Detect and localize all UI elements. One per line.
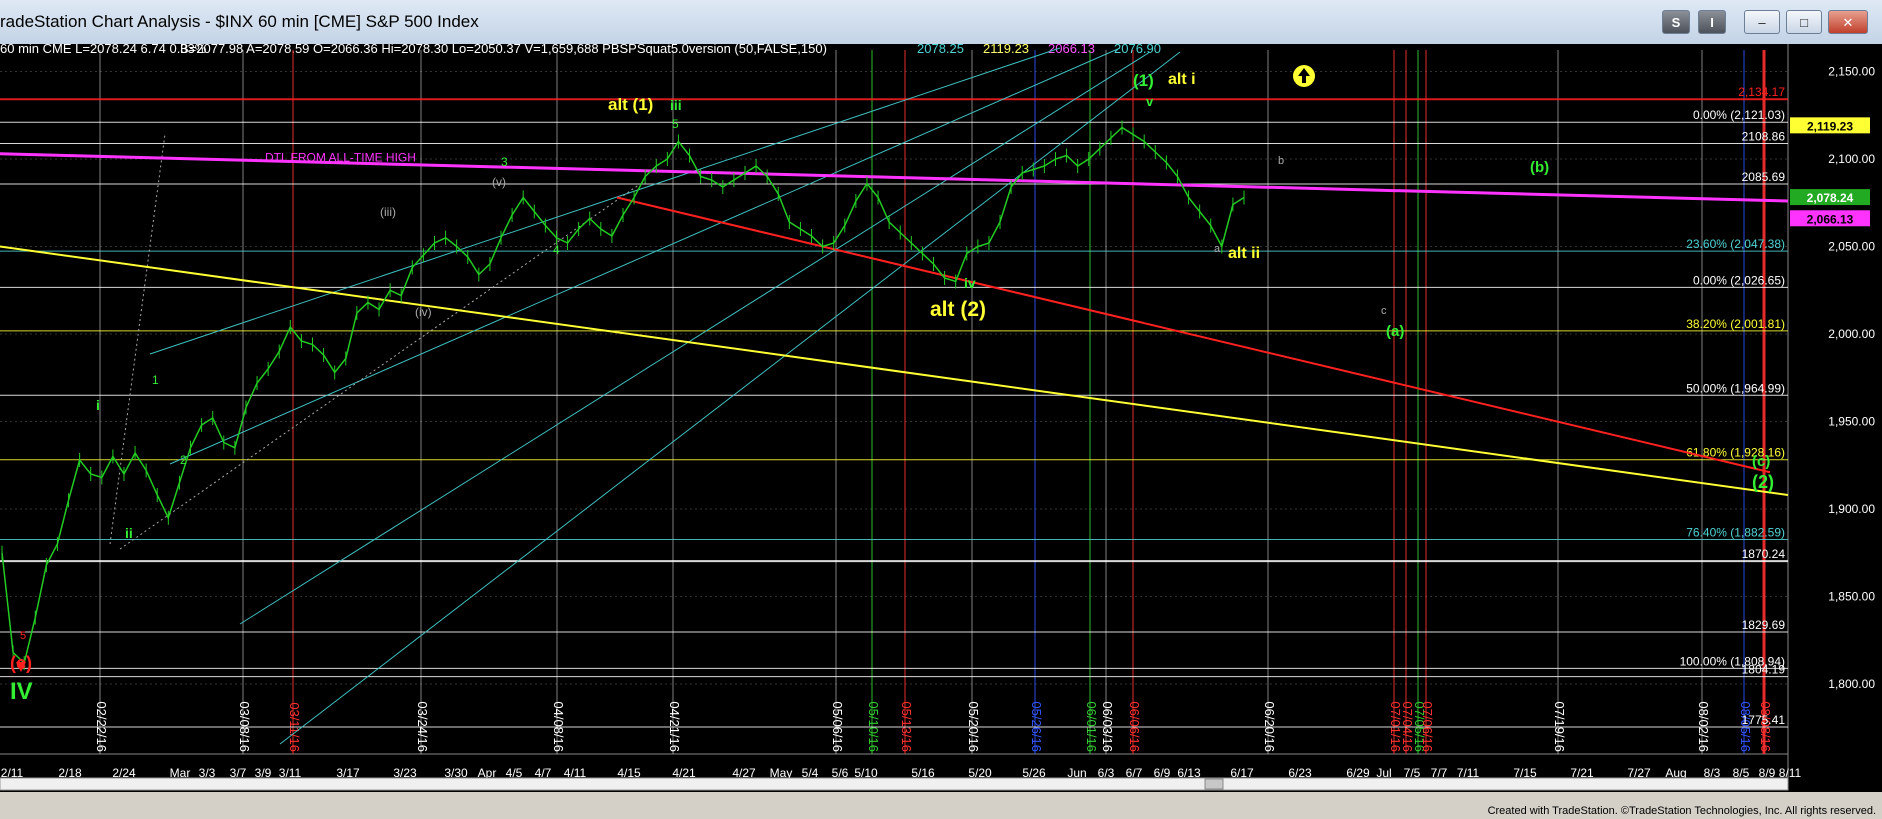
y-tick-label: 2,000.00 [1828,327,1875,341]
wave-label: (v) [492,175,506,189]
wave-label: alt ii [1228,245,1260,262]
header-readout: 60 min CME L=2078.24 6.74 0.33% [0,44,207,56]
wave-label: iv [964,275,976,291]
close-button[interactable]: ✕ [1828,10,1868,34]
status-strip [0,792,1882,804]
level-label: 23.60% (2,047.38) [1686,237,1785,251]
dotted-trendline [109,133,166,545]
level-label: 1829.69 [1742,618,1786,632]
wave-label: i [96,397,100,413]
maximize-button[interactable]: □ [1786,10,1822,34]
channel-line [239,51,1151,625]
y-tick-label: 1,800.00 [1828,677,1875,691]
level-label: 0.00% (2,121.03) [1693,108,1785,122]
window-titlebar: radeStation Chart Analysis - $INX 60 min… [0,0,1882,45]
wave-label: (b) [1530,159,1549,176]
wave-label: c [1381,305,1387,317]
status-footer: Created with TradeStation. ©TradeStation… [0,804,1882,819]
level-label: 38.20% (2,001.81) [1686,317,1785,331]
price-badge-label: 2,078.24 [1807,191,1854,205]
level-label: 2,134.17 [1738,85,1785,99]
price-badge-label: 2,119.23 [1807,119,1853,133]
wave-label: alt (2) [930,298,986,321]
header-readout: 2078.25 [917,44,964,56]
wave-label: 3 [501,155,508,169]
dtl-label: DTL FROM ALL-TIME HIGH [265,150,416,164]
y-tick-label: 2,150.00 [1828,65,1875,79]
wave-label: v [1146,94,1154,109]
chart-area[interactable]: 60 min CME L=2078.24 6.74 0.33% B=2077.98… [0,41,1882,804]
level-label: 1804.19 [1742,663,1786,677]
s-menu-button[interactable]: S [1662,10,1690,34]
credit-text: Created with TradeStation. ©TradeStation… [1487,805,1876,817]
wave-label: (1) [1133,71,1154,90]
minimize-button[interactable]: – [1744,10,1780,34]
wave-label: 5 [20,630,26,642]
horizontal-scrollbar [0,777,1789,791]
window-title: radeStation Chart Analysis - $INX 60 min… [0,12,479,31]
i-menu-button[interactable]: I [1698,10,1726,34]
wave-label: alt (1) [608,95,653,114]
wave-label: (2) [1752,472,1774,492]
level-label: 1870.24 [1742,547,1786,561]
wave-label: 5 [672,117,679,131]
header-readout: B=2077.98 A=2078.59 O=2066.36 Hi=2078.30… [180,44,827,56]
price-badge-label: 2,066.13 [1807,212,1854,226]
y-tick-label: 1,950.00 [1828,415,1875,429]
level-label: 1775.41 [1742,713,1786,727]
wave-label: (c) [1752,453,1770,470]
level-label: 50.00% (1,964.99) [1686,381,1785,395]
level-label: 76.40% (1,882.59) [1686,525,1785,539]
y-tick-label: 1,900.00 [1828,502,1875,516]
wave-label: (iv) [415,305,432,319]
wave-label: (a) [1386,323,1404,340]
wave-label: a [1214,243,1221,255]
y-tick-label: 1,850.00 [1828,590,1875,604]
y-tick-label: 2,050.00 [1828,240,1875,254]
level-label: 2108.86 [1742,129,1786,143]
wave-label: iii [670,97,682,113]
level-label: 0.00% (2,026.65) [1693,273,1785,287]
wave-label: alt i [1168,71,1196,88]
price-chart[interactable]: 60 min CME L=2078.24 6.74 0.33%B=2077.98… [0,41,1882,804]
level-label: 2085.69 [1742,170,1786,184]
wave-label: 1 [152,373,159,387]
channel-line [149,47,1061,355]
red-trendline [616,196,1771,474]
y-tick-label: 2,100.00 [1828,152,1875,166]
wave-label: ii [125,525,133,541]
wave-label: 2 [180,453,187,467]
scrollbar-thumb [1204,778,1224,790]
wave-label: 4 [553,243,560,257]
wave-label: IV [10,678,33,705]
header-readout: 2119.23 [983,44,1029,56]
wave-label: b [1278,155,1284,167]
wave-label: (iii) [380,205,396,219]
dotted-trendline [119,183,641,550]
header-readout: 2076.90 [1114,44,1161,56]
